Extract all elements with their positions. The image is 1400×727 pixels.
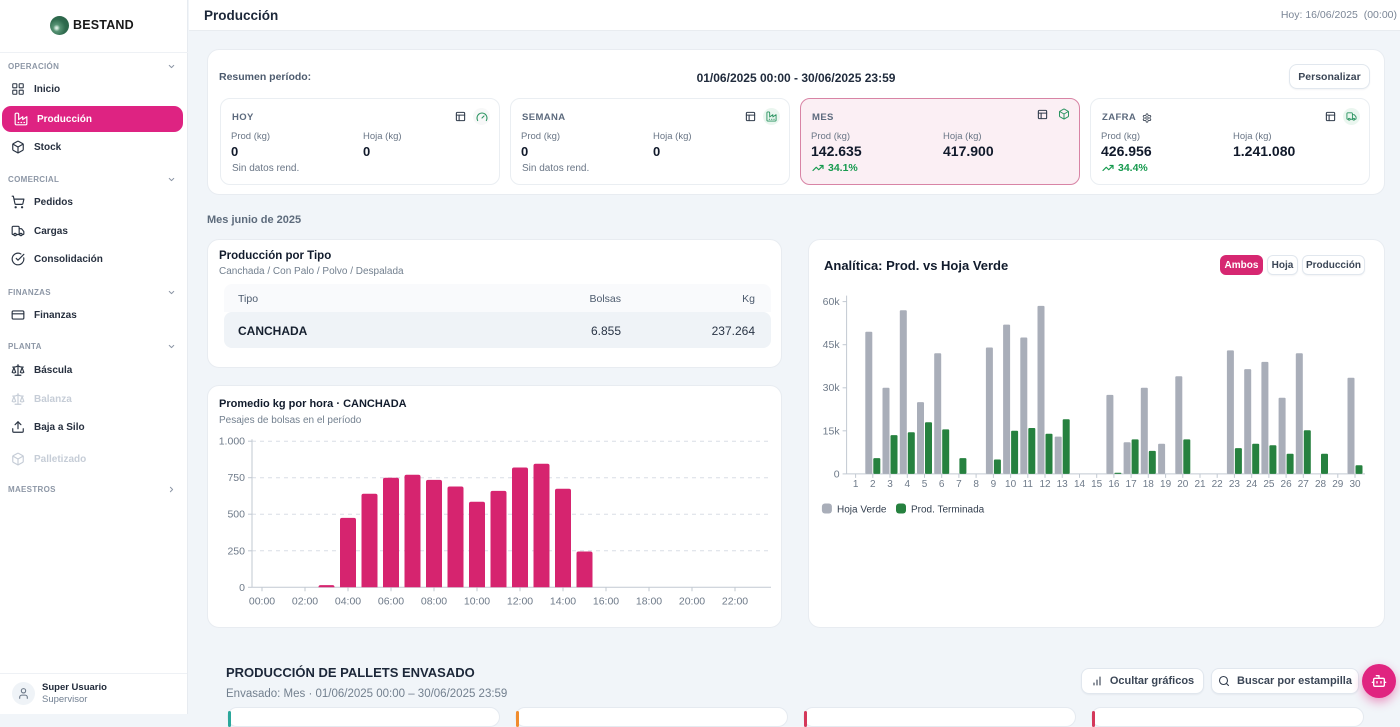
svg-text:0: 0 xyxy=(239,582,245,594)
svg-text:15: 15 xyxy=(1091,479,1103,490)
svg-text:11: 11 xyxy=(1023,479,1034,490)
svg-text:14: 14 xyxy=(1074,479,1086,490)
svg-text:3: 3 xyxy=(887,479,893,490)
svg-text:21: 21 xyxy=(1194,479,1206,490)
svg-text:250: 250 xyxy=(227,545,245,557)
svg-text:08:00: 08:00 xyxy=(421,595,447,607)
svg-text:00:00: 00:00 xyxy=(249,595,275,607)
svg-text:16: 16 xyxy=(1108,479,1120,490)
svg-text:18:00: 18:00 xyxy=(636,595,662,607)
svg-text:06:00: 06:00 xyxy=(378,595,404,607)
svg-text:04:00: 04:00 xyxy=(335,595,361,607)
svg-text:6: 6 xyxy=(939,479,945,490)
svg-text:1.000: 1.000 xyxy=(219,436,245,448)
svg-text:13: 13 xyxy=(1057,479,1069,490)
svg-text:Hoja Verde: Hoja Verde xyxy=(837,505,887,516)
svg-text:10: 10 xyxy=(1005,479,1017,490)
svg-text:19: 19 xyxy=(1160,479,1172,490)
svg-text:16:00: 16:00 xyxy=(593,595,619,607)
svg-text:45k: 45k xyxy=(823,339,841,351)
svg-text:28: 28 xyxy=(1315,479,1327,490)
svg-text:500: 500 xyxy=(227,509,245,521)
svg-text:1: 1 xyxy=(853,479,859,490)
svg-text:5: 5 xyxy=(922,479,928,490)
svg-text:750: 750 xyxy=(227,472,245,484)
svg-text:22:00: 22:00 xyxy=(722,595,748,607)
svg-text:7: 7 xyxy=(956,479,962,490)
svg-text:12:00: 12:00 xyxy=(507,595,533,607)
svg-text:9: 9 xyxy=(991,479,997,490)
svg-text:26: 26 xyxy=(1281,479,1293,490)
svg-text:17: 17 xyxy=(1126,479,1138,490)
svg-text:12: 12 xyxy=(1039,479,1051,490)
svg-text:10:00: 10:00 xyxy=(464,595,490,607)
svg-text:20: 20 xyxy=(1177,479,1189,490)
svg-text:27: 27 xyxy=(1298,479,1310,490)
svg-text:15k: 15k xyxy=(823,425,841,437)
svg-text:2: 2 xyxy=(870,479,876,490)
svg-text:20:00: 20:00 xyxy=(679,595,705,607)
svg-text:02:00: 02:00 xyxy=(292,595,318,607)
svg-text:25: 25 xyxy=(1263,479,1275,490)
svg-text:4: 4 xyxy=(905,479,911,490)
svg-text:29: 29 xyxy=(1332,479,1344,490)
svg-text:18: 18 xyxy=(1143,479,1155,490)
svg-text:22: 22 xyxy=(1212,479,1224,490)
svg-text:30: 30 xyxy=(1349,479,1361,490)
svg-text:60k: 60k xyxy=(823,296,841,308)
svg-text:14:00: 14:00 xyxy=(550,595,576,607)
svg-text:Prod. Terminada: Prod. Terminada xyxy=(911,505,985,516)
svg-text:23: 23 xyxy=(1229,479,1241,490)
svg-text:0: 0 xyxy=(834,468,840,480)
svg-text:8: 8 xyxy=(973,479,979,490)
svg-text:24: 24 xyxy=(1246,479,1258,490)
svg-text:30k: 30k xyxy=(823,382,841,394)
